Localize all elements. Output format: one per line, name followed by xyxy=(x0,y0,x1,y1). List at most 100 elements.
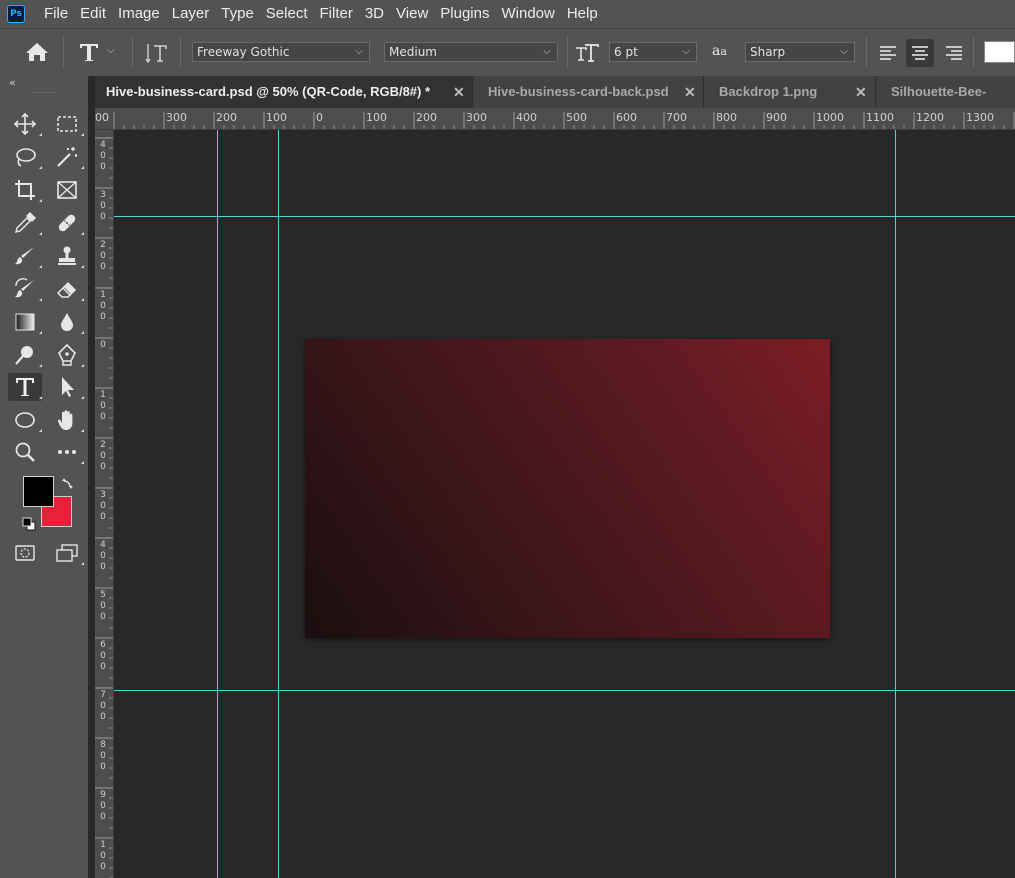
crop-tool-icon[interactable] xyxy=(8,176,42,204)
align-left-icon[interactable] xyxy=(876,41,900,65)
history-brush-tool-icon[interactable] xyxy=(8,275,42,303)
tab-silhouette-bee[interactable]: Silhouette-Bee- xyxy=(877,76,1015,108)
guide-vertical[interactable] xyxy=(217,130,218,878)
guide-horizontal[interactable] xyxy=(114,690,1015,691)
home-icon[interactable] xyxy=(24,40,50,64)
menu-window[interactable]: Window xyxy=(495,0,560,28)
business-card-artboard[interactable] xyxy=(305,339,830,638)
quick-mask-icon[interactable] xyxy=(8,539,42,567)
type-tool-preset-icon[interactable] xyxy=(78,40,100,64)
font-size-value: 6 pt xyxy=(614,45,638,59)
hand-tool-icon[interactable] xyxy=(50,406,84,434)
swap-colors-icon[interactable] xyxy=(61,475,75,489)
font-size-icon xyxy=(575,41,599,65)
ruler-tick-label: 100 xyxy=(100,390,106,422)
ruler-tick-label: 300 xyxy=(466,111,487,124)
ruler-tick-label: 1000 xyxy=(816,111,844,124)
ruler-tick-label: 600 xyxy=(100,640,106,672)
close-icon[interactable]: ✕ xyxy=(453,76,465,108)
foreground-color-swatch[interactable] xyxy=(23,476,54,507)
screen-mode-icon[interactable] xyxy=(50,539,84,567)
ruler-tick-label: 700 xyxy=(666,111,687,124)
ruler-tick-label: 800 xyxy=(716,111,737,124)
zoom-tool-icon[interactable] xyxy=(8,438,42,466)
pen-tool-icon[interactable] xyxy=(50,341,84,369)
toolbar-grip[interactable] xyxy=(34,92,58,95)
guide-vertical[interactable] xyxy=(895,130,896,878)
move-tool-icon[interactable] xyxy=(8,110,42,138)
menu-view[interactable]: View xyxy=(390,0,434,28)
eyedropper-tool-icon[interactable] xyxy=(8,209,42,237)
ruler-tick-label: 500 xyxy=(100,590,106,622)
ruler-tick-label: 600 xyxy=(616,111,637,124)
align-center-icon[interactable] xyxy=(906,39,934,67)
anti-alias-dropdown[interactable]: Sharp ⌵ xyxy=(745,42,855,62)
tab-hive-business-card-back[interactable]: Hive-business-card-back.psd ✕ xyxy=(475,76,704,108)
marquee-tool-icon[interactable] xyxy=(50,110,84,138)
canvas-area[interactable] xyxy=(114,130,1015,878)
close-icon[interactable]: ✕ xyxy=(684,76,696,108)
ruler-tick-label: 900 xyxy=(766,111,787,124)
ruler-tick-label: 400 xyxy=(100,140,106,172)
chevron-down-icon: ⌵ xyxy=(543,46,551,57)
more-tools-icon[interactable] xyxy=(50,438,84,466)
text-orientation-icon[interactable] xyxy=(145,41,169,65)
menu-type[interactable]: Type xyxy=(215,0,260,28)
guide-vertical[interactable] xyxy=(278,130,279,878)
text-color-swatch[interactable] xyxy=(984,41,1015,63)
menu-select[interactable]: Select xyxy=(260,0,314,28)
horizontal-ruler[interactable]: 00 300 200 100 0 100 200 300 400 500 600 700 800 900 1… xyxy=(95,108,1015,130)
font-family-dropdown[interactable]: Freeway Gothic ⌵ xyxy=(192,42,370,62)
ruler-tick-label: 1100 xyxy=(866,111,894,124)
menu-edit[interactable]: Edit xyxy=(74,0,112,28)
vertical-ruler[interactable]: 400 300 200 100 0 100 200 300 400 500 600 700 800 900… xyxy=(95,130,114,878)
chevron-down-icon[interactable]: ⌵ xyxy=(107,45,115,56)
font-style-value: Medium xyxy=(389,45,437,59)
ruler-tick-label: 300 xyxy=(100,190,106,222)
menu-filter[interactable]: Filter xyxy=(314,0,359,28)
menu-3d[interactable]: 3D xyxy=(359,0,390,28)
ruler-tick-label: 400 xyxy=(516,111,537,124)
gradient-tool-icon[interactable] xyxy=(8,308,42,336)
lasso-tool-icon[interactable] xyxy=(8,143,42,171)
font-style-dropdown[interactable]: Medium ⌵ xyxy=(384,42,558,62)
magic-wand-tool-icon[interactable] xyxy=(50,143,84,171)
ruler-tick-label: 900 xyxy=(100,790,106,822)
collapse-toolbar-icon[interactable]: « xyxy=(9,76,16,89)
ellipse-tool-icon[interactable] xyxy=(8,406,42,434)
ruler-tick-label: 0 xyxy=(100,340,106,350)
menu-help[interactable]: Help xyxy=(561,0,604,28)
ruler-tick-label: 100 xyxy=(100,290,106,322)
menu-image[interactable]: Image xyxy=(112,0,166,28)
eraser-tool-icon[interactable] xyxy=(50,275,84,303)
guide-horizontal[interactable] xyxy=(114,216,1015,217)
frame-tool-icon[interactable] xyxy=(50,176,84,204)
tab-label: Silhouette-Bee- xyxy=(891,84,987,99)
ruler-tick-label: 0 xyxy=(316,111,323,124)
ruler-tick-label: 200 xyxy=(416,111,437,124)
menu-layer[interactable]: Layer xyxy=(166,0,216,28)
options-bar: ⌵ Freeway Gothic ⌵ Medium ⌵ 6 pt ⌵ aa Sh… xyxy=(0,28,1015,76)
brush-tool-icon[interactable] xyxy=(8,242,42,270)
tab-backdrop[interactable]: Backdrop 1.png ✕ xyxy=(705,76,876,108)
type-tool-icon[interactable] xyxy=(8,373,42,401)
path-selection-tool-icon[interactable] xyxy=(50,373,84,401)
menu-file[interactable]: File xyxy=(38,0,74,28)
ruler-tick-label: 200 xyxy=(100,440,106,472)
healing-brush-tool-icon[interactable] xyxy=(50,209,84,237)
align-right-icon[interactable] xyxy=(942,41,966,65)
ruler-tick-label: 300 xyxy=(166,111,187,124)
blur-tool-icon[interactable] xyxy=(50,308,84,336)
ruler-tick-label: 100 xyxy=(366,111,387,124)
close-icon[interactable]: ✕ xyxy=(855,76,867,108)
menu-plugins[interactable]: Plugins xyxy=(434,0,495,28)
dodge-tool-icon[interactable] xyxy=(8,341,42,369)
ruler-tick-label: 500 xyxy=(566,111,587,124)
default-colors-icon[interactable] xyxy=(22,516,36,531)
font-size-dropdown[interactable]: 6 pt ⌵ xyxy=(609,42,697,62)
clone-stamp-tool-icon[interactable] xyxy=(50,242,84,270)
ruler-tick-label: 200 xyxy=(100,240,106,272)
tab-label: Hive-business-card-back.psd xyxy=(488,84,669,99)
document-tab-bar: Hive-business-card.psd @ 50% (QR-Code, R… xyxy=(95,76,1015,108)
tab-hive-business-card[interactable]: Hive-business-card.psd @ 50% (QR-Code, R… xyxy=(95,76,473,108)
